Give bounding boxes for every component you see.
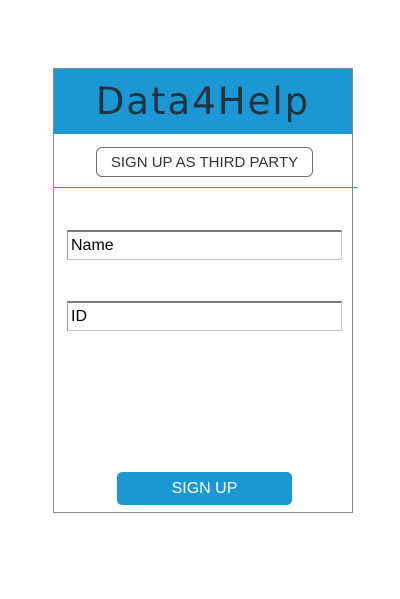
name-field[interactable] [67, 230, 342, 260]
app-header: Data4Help [54, 69, 352, 134]
signup-panel: Data4Help SIGN UP AS THIRD PARTY SIGN UP [53, 68, 357, 513]
header-divider [54, 187, 357, 188]
sign-up-button[interactable]: SIGN UP [117, 472, 292, 505]
sign-up-as-third-party-button[interactable]: SIGN UP AS THIRD PARTY [96, 147, 313, 177]
app-title: Data4Help [95, 80, 311, 123]
id-field[interactable] [67, 301, 342, 331]
